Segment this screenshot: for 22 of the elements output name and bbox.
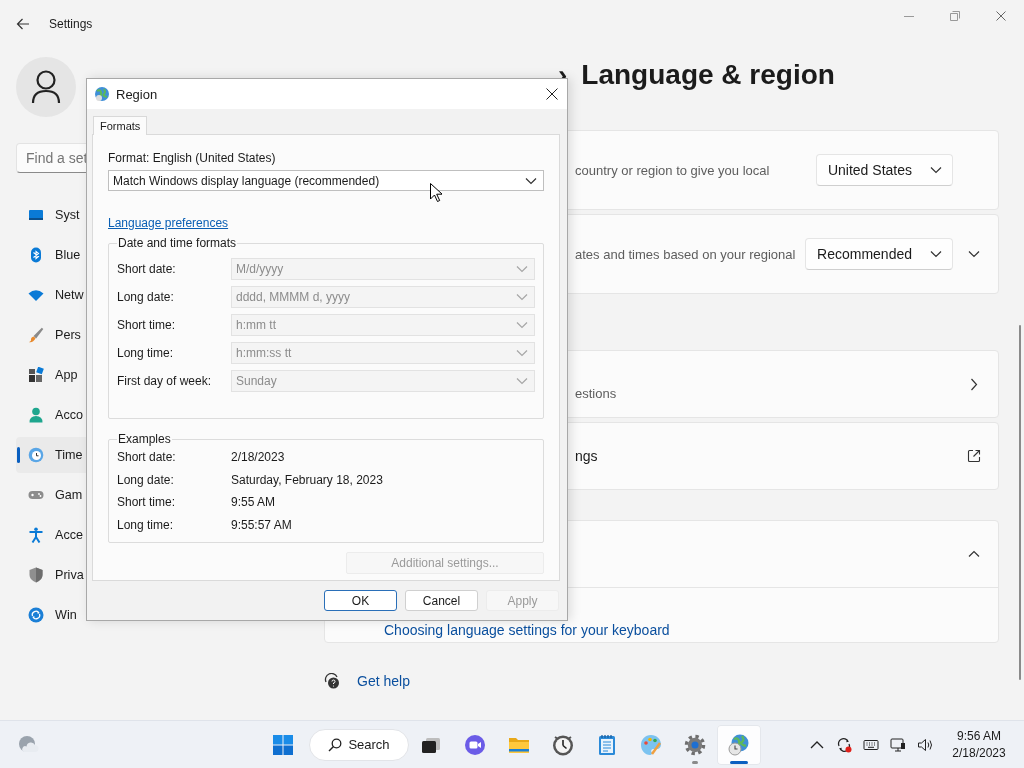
example-label: Short time: <box>117 495 177 510</box>
example-value: 9:55 AM <box>231 495 277 510</box>
card-description: ates and times based on your regional <box>574 246 797 262</box>
example-value: 9:55:57 AM <box>231 518 293 533</box>
field-label: First day of week: <box>117 374 213 388</box>
group-title: Date and time formats <box>117 236 238 250</box>
example-value: 2/18/2023 <box>231 450 286 465</box>
page-title: Language & region <box>581 59 835 91</box>
card-description: estions <box>574 386 618 403</box>
example-label: Long date: <box>117 472 175 487</box>
field-label: Long date: <box>117 290 175 304</box>
group-title: Examples <box>117 432 172 446</box>
card-title: ngs <box>574 448 599 464</box>
dialog-title: Region <box>116 86 158 102</box>
card-description: country or region to give you local <box>574 162 771 178</box>
example-label: Short date: <box>117 450 177 465</box>
field-label: Short time: <box>117 318 177 332</box>
field-label: Short date: <box>117 262 177 276</box>
field-label: Format: English (United States) <box>108 150 277 166</box>
field-label: Long time: <box>117 346 175 360</box>
example-label: Long time: <box>117 518 175 533</box>
window-title: Settings <box>49 17 93 31</box>
